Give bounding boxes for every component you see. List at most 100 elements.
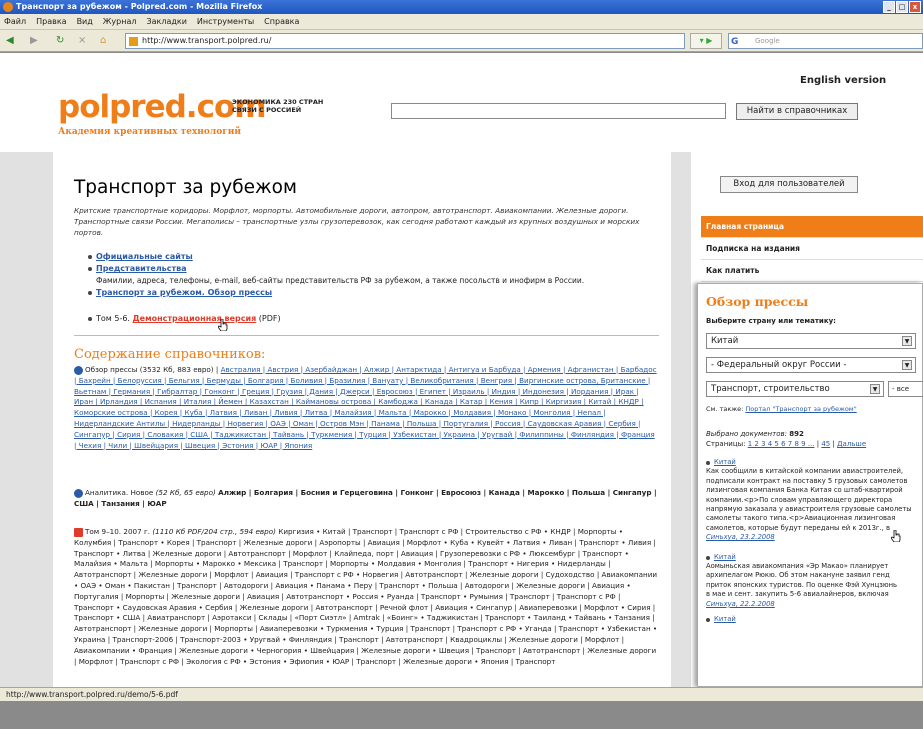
- analytics-block: Аналитика. Новое (52 Кб, 65 евро) Алжир …: [74, 488, 659, 510]
- status-text: http://www.transport.polpred.ru/demo/5-6…: [6, 690, 178, 699]
- pdf-icon: [74, 527, 83, 537]
- official-sites-link[interactable]: Официальные сайты: [96, 252, 193, 261]
- sidebar-item-subscription[interactable]: Подписка на издания: [701, 238, 923, 260]
- news-line: архипелагом Рюкю. Об этом накануне заяви…: [706, 571, 890, 580]
- site-favicon-icon: [129, 37, 138, 46]
- sidebar-menu: Главная страница Подписка на издания Как…: [701, 216, 923, 282]
- menu-history[interactable]: Журнал: [103, 14, 137, 29]
- page-content: English version polpred.com Академия кре…: [0, 53, 923, 687]
- news-title-link[interactable]: Китай: [706, 553, 922, 562]
- menu-view[interactable]: Вид: [77, 14, 93, 29]
- web-search-input[interactable]: G Google: [728, 33, 923, 49]
- reload-icon[interactable]: ↻: [56, 34, 64, 48]
- news-line: компании.<p>По словам управляющего дирек…: [706, 495, 893, 504]
- news-line: напрямую заказала у авиастроителя грузов…: [706, 505, 912, 514]
- search-button[interactable]: Найти в справочниках: [736, 103, 858, 120]
- documents-count-label: Выбрано документов:: [706, 430, 787, 438]
- volume-block: Том 9–10. 2007 г. (1110 Кб PDF/204 стр.,…: [74, 527, 659, 667]
- english-version-link[interactable]: English version: [800, 75, 886, 86]
- document-icon: [74, 488, 83, 498]
- hand-cursor-icon: [218, 319, 228, 331]
- demo-version-link[interactable]: Демонстрационная версия: [133, 314, 257, 323]
- menu-tools[interactable]: Инструменты: [197, 14, 254, 29]
- region-select[interactable]: - Федеральный округ России - ▼: [706, 357, 916, 373]
- news-line: в мае и сент. закупить 5-6 авиалайнеров,…: [706, 590, 889, 599]
- navigation-toolbar: ◀ ▶ ↻ ⨯ ⌂ http://www.transport.polpred.r…: [0, 30, 923, 52]
- site-search-input[interactable]: [391, 103, 726, 119]
- panel-title: Обзор прессы: [706, 294, 809, 309]
- block1-lead: Обзор прессы (3532 Кб, 883 евро) |: [85, 365, 219, 374]
- see-also: См. также: Портал "Транспорт за рубежом": [706, 405, 922, 413]
- contents-heading: Содержание справочников:: [74, 347, 266, 362]
- block2-lead: Аналитика. Новое: [85, 488, 154, 497]
- menu-bookmarks[interactable]: Закладки: [146, 14, 186, 29]
- portal-link[interactable]: Портал "Транспорт за рубежом": [745, 405, 856, 413]
- menu-file[interactable]: Файл: [4, 14, 26, 29]
- hand-cursor-icon: [891, 530, 901, 542]
- column-divider: [671, 152, 691, 687]
- url-bar[interactable]: http://www.transport.polpred.ru/: [125, 33, 685, 49]
- firefox-icon: [3, 2, 13, 12]
- pagination: Страницы: 1 2 3 4 5 6 7 8 9 ... | 45 | Д…: [706, 440, 867, 448]
- window-title: Транспорт за рубежом - Polpred.com - Moz…: [16, 2, 263, 11]
- chevron-down-icon: ▼: [870, 384, 880, 394]
- press-review-link[interactable]: Транспорт за рубежом. Обзор прессы: [96, 288, 272, 297]
- news-title-link[interactable]: Китай: [706, 615, 922, 624]
- web-search-placeholder: Google: [755, 37, 780, 45]
- country-links[interactable]: Австралия | Австрия | Азербайджан | Алжи…: [74, 365, 657, 450]
- stop-icon[interactable]: ⨯: [78, 34, 86, 48]
- pagination-label: Страницы:: [706, 440, 746, 448]
- main-links-list: Официальные сайты Представительства Фами…: [88, 251, 658, 325]
- representations-link[interactable]: Представительства: [96, 264, 187, 273]
- news-source-link[interactable]: Синьхуа, 22.2.2008: [706, 600, 922, 609]
- go-button[interactable]: ▾ ▶: [690, 33, 722, 49]
- news-item: Китай Аомыньская авиакомпания «Эр Макао»…: [706, 553, 922, 609]
- news-line: самолеты такого типа.<p>Авиационная лизи…: [706, 514, 896, 523]
- page-title: Транспорт за рубежом: [74, 177, 297, 198]
- press-review-panel: Обзор прессы Выберите страну или тематик…: [697, 283, 923, 687]
- news-item: Китай: [706, 615, 922, 624]
- topic-select-value: Транспорт, строительство: [711, 384, 830, 394]
- tom-suffix: (PDF): [258, 314, 281, 323]
- tom-prefix: Том 5-6.: [96, 314, 130, 323]
- page-last[interactable]: 45: [821, 440, 830, 448]
- economy-tagline: ЭКОНОМИКА 230 СТРАН СВЯЗИ С РОССИЕЙ: [232, 98, 323, 114]
- forward-icon[interactable]: ▶: [30, 34, 38, 48]
- home-icon[interactable]: ⌂: [100, 34, 106, 48]
- news-item: Китай Как сообщили в китайской компании …: [706, 458, 922, 543]
- menu-help[interactable]: Справка: [264, 14, 299, 29]
- panel-subtitle: Выберите страну или тематику:: [706, 317, 836, 325]
- news-line: приток японских туристов. По оценке Фэй …: [706, 580, 898, 589]
- left-gutter: [0, 152, 53, 687]
- news-line: лизинговая компания Банка Китая со штаб-…: [706, 486, 903, 495]
- maximize-button[interactable]: □: [896, 1, 908, 13]
- block3-links[interactable]: Киргизия • Китай | Транспорт | Транспорт…: [74, 527, 657, 666]
- menu-edit[interactable]: Правка: [36, 14, 66, 29]
- page-links[interactable]: 1 2 3 4 5 6 7 8 9 ...: [748, 440, 815, 448]
- subtopic-select[interactable]: - все: [888, 381, 923, 397]
- close-button[interactable]: x: [909, 1, 921, 13]
- news-line: Аомыньская авиакомпания «Эр Макао» плани…: [706, 562, 889, 571]
- window-titlebar: Транспорт за рубежом - Polpred.com - Moz…: [0, 0, 923, 14]
- topic-select[interactable]: Транспорт, строительство ▼: [706, 381, 884, 397]
- news-title-link[interactable]: Китай: [706, 458, 922, 467]
- desktop-background: [0, 701, 923, 729]
- economy-line-2: СВЯЗИ С РОССИЕЙ: [232, 106, 302, 114]
- see-also-label: См. также:: [706, 405, 744, 413]
- minimize-button[interactable]: _: [883, 1, 895, 13]
- block2-meta: (52 Кб, 65 евро): [155, 488, 216, 497]
- country-select[interactable]: Китай ▼: [706, 333, 916, 349]
- login-button[interactable]: Вход для пользователей: [720, 176, 858, 193]
- sidebar-item-payment[interactable]: Как платить: [701, 260, 923, 282]
- news-line: самолетов, которые будут переданы ей к 2…: [706, 523, 890, 532]
- chevron-down-icon: ▼: [902, 336, 912, 346]
- next-page-link[interactable]: Дальше: [837, 440, 866, 448]
- documents-count-value: 892: [789, 430, 804, 438]
- page-intro: Критские транспортные коридоры. Морфлот,…: [74, 206, 640, 237]
- back-icon[interactable]: ◀: [6, 34, 14, 48]
- chevron-down-icon: ▼: [902, 360, 912, 370]
- google-icon: G: [731, 37, 739, 47]
- news-source-link[interactable]: Синьхуа, 23.2.2008: [706, 533, 922, 542]
- sidebar-item-home[interactable]: Главная страница: [701, 216, 923, 238]
- document-icon: [74, 365, 83, 375]
